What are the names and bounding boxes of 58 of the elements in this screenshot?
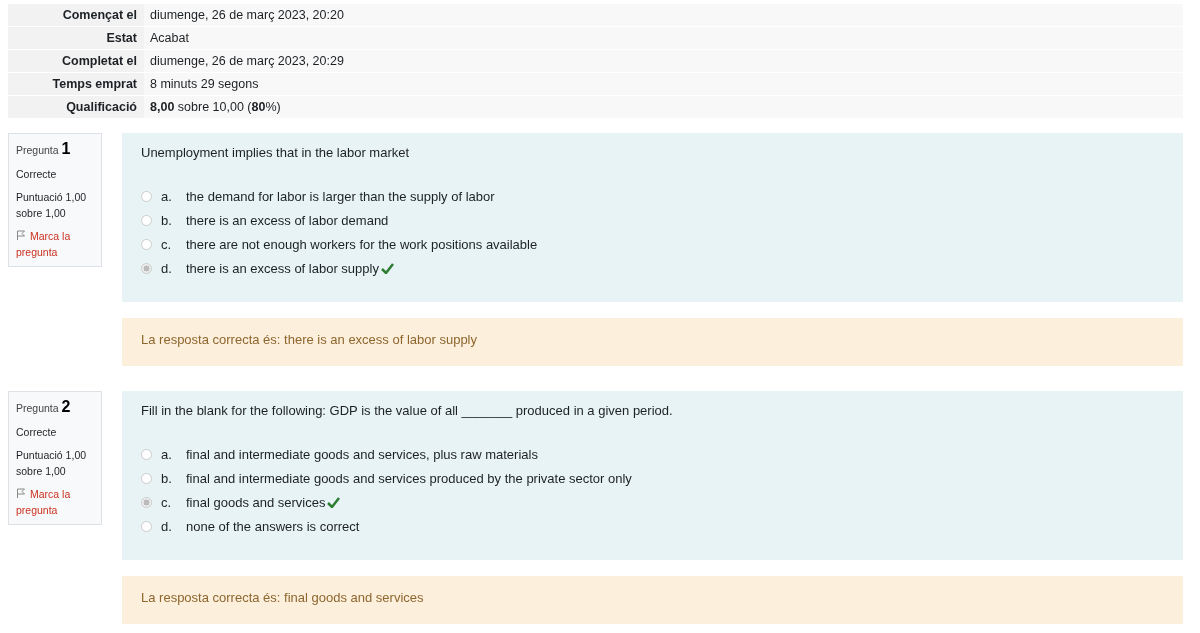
summary-label: Completat el	[8, 49, 144, 72]
answer-letter: c.	[161, 236, 173, 252]
summary-value: 8 minuts 29 segons	[144, 72, 1183, 95]
answer-letter: a.	[161, 446, 173, 462]
answer-letter: b.	[161, 212, 173, 228]
answer-text: there is an excess of labor demand	[186, 212, 389, 228]
answer-letter: a.	[161, 188, 173, 204]
radio-button[interactable]	[141, 238, 152, 250]
question-text: Unemployment implies that in the labor market	[141, 145, 411, 160]
summary-value: Acabat	[144, 26, 1183, 49]
answer-option[interactable]: a. the demand for labor is larger than the supply of labor	[141, 184, 1164, 208]
answer-letter: d.	[161, 518, 173, 534]
answer-letter: b.	[161, 470, 173, 486]
flag-icon	[16, 488, 26, 498]
radio-button[interactable]	[141, 190, 152, 202]
radio-button[interactable]	[141, 520, 152, 532]
answer-option[interactable]: c. there are not enough workers for the work positions available	[141, 232, 1164, 256]
question-text: Fill in the blank for the following: GDP is the value of all _______ produced in a given period.	[141, 403, 674, 418]
question-score: Puntuació 1,00 sobre 1,00	[16, 448, 88, 479]
question-number: Pregunta 2	[16, 398, 72, 416]
answer-option[interactable]: c. final goods and services	[141, 490, 1164, 514]
correct-answer-feedback: La resposta correcta és: there is an excess of labor supply	[122, 318, 1183, 366]
check-icon	[380, 262, 394, 274]
correct-answer-feedback: La resposta correcta és: final goods and services	[122, 576, 1183, 624]
flag-icon	[16, 230, 26, 240]
flag-question-link[interactable]: Marca la pregunta	[16, 486, 94, 518]
question-state: Correcte	[16, 167, 58, 182]
check-icon	[327, 496, 341, 508]
question-state: Correcte	[16, 425, 58, 440]
answer-option[interactable]: b. there is an excess of labor demand	[141, 208, 1164, 232]
summary-value: 8,00 sobre 10,00 (80%)	[144, 95, 1183, 118]
answer-text: none of the answers is correct	[186, 518, 360, 534]
summary-value: diumenge, 26 de març 2023, 20:20	[144, 3, 1183, 26]
summary-label: Temps emprat	[8, 72, 144, 95]
question-score: Puntuació 1,00 sobre 1,00	[16, 190, 88, 221]
answer-text: final and intermediate goods and services produced by the private sector only	[186, 470, 632, 486]
radio-button[interactable]	[141, 214, 152, 226]
radio-button[interactable]	[141, 496, 152, 508]
summary-value: diumenge, 26 de març 2023, 20:29	[144, 49, 1183, 72]
answer-option[interactable]: b. final and intermediate goods and services produced by the private sector only	[141, 466, 1164, 490]
answer-letter: d.	[161, 260, 173, 276]
answer-text: final and intermediate goods and services, plus raw materials	[186, 446, 538, 462]
question-number: Pregunta 1	[16, 140, 72, 158]
radio-button[interactable]	[141, 472, 152, 484]
summary-label: Estat	[8, 26, 144, 49]
answer-letter: c.	[161, 494, 173, 510]
answer-option[interactable]: d. none of the answers is correct	[141, 514, 1164, 538]
radio-button[interactable]	[141, 448, 152, 460]
answer-text: final goods and services	[186, 494, 326, 510]
answer-option[interactable]: a. final and intermediate goods and services, plus raw materials	[141, 442, 1164, 466]
summary-label: Començat el	[8, 3, 144, 26]
answer-text: the demand for labor is larger than the supply of labor	[186, 188, 495, 204]
summary-label: Qualificació	[8, 95, 144, 118]
radio-button[interactable]	[141, 262, 152, 274]
answer-option[interactable]: d. there is an excess of labor supply	[141, 256, 1164, 280]
answer-text: there is an excess of labor supply	[186, 260, 379, 276]
answer-text: there are not enough workers for the work positions available	[186, 236, 538, 252]
flag-question-link[interactable]: Marca la pregunta	[16, 228, 94, 260]
